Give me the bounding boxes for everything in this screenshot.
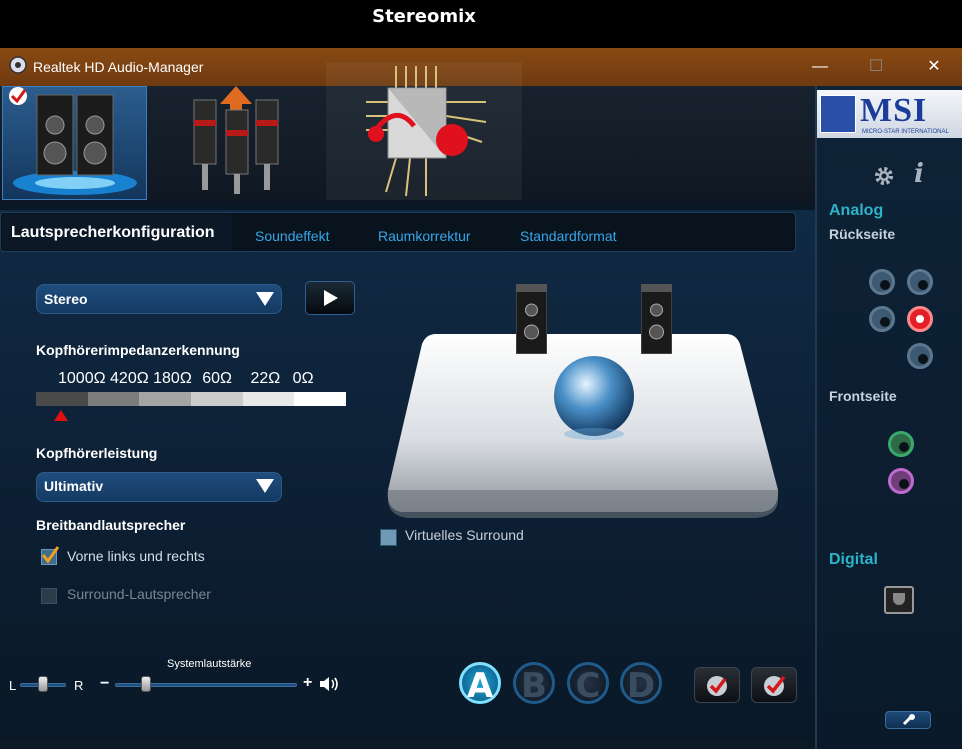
speaker-config-value: Stereo	[44, 291, 88, 307]
save-profile-button[interactable]	[694, 667, 740, 703]
impedance-value: 60Ω	[202, 370, 232, 387]
volume-minus-icon[interactable]: −	[100, 675, 109, 693]
optical-port-icon[interactable]	[884, 586, 914, 614]
impedance-value: 22Ω	[250, 370, 281, 387]
brand-name: MSI	[860, 92, 928, 129]
edit-check-icon	[764, 675, 786, 696]
minimize-button[interactable]: —	[797, 50, 843, 84]
impedance-value: 180Ω	[153, 370, 192, 387]
impedance-value: 0Ω	[292, 370, 314, 387]
balance-right-label: R	[74, 678, 84, 693]
profile-a-button[interactable]: A	[459, 662, 501, 706]
front-lr-label: Vorne links und rechts	[67, 548, 205, 564]
chevron-down-icon	[256, 292, 274, 306]
window-title: Realtek HD Audio-Manager	[33, 59, 204, 75]
bottom-edge	[0, 740, 815, 749]
balance-left-label: L	[9, 678, 17, 693]
profile-c-button[interactable]: C	[567, 662, 609, 706]
rear-jack-active[interactable]	[907, 306, 933, 332]
virtual-surround-checkbox[interactable]	[380, 529, 397, 546]
rear-heading: Rückseite	[829, 226, 896, 242]
impedance-scale: 1000Ω 420Ω 180Ω 60Ω 22Ω 0Ω	[58, 370, 314, 388]
power-heading: Kopfhörerleistung	[36, 445, 158, 461]
front-heading: Frontseite	[829, 388, 897, 404]
info-icon[interactable]: i	[914, 159, 924, 189]
caption-text: Stereomix	[372, 6, 476, 27]
virtual-surround-label: Virtuelles Surround	[405, 527, 524, 543]
analog-heading: Analog	[829, 202, 884, 219]
profile-b-button[interactable]: B	[513, 662, 555, 706]
selected-check-icon	[9, 87, 27, 105]
surround-label: Surround-Lautsprecher	[67, 586, 211, 602]
gear-icon[interactable]	[872, 164, 896, 188]
front-jack-green[interactable]	[888, 431, 914, 457]
msi-emblem-icon	[820, 95, 856, 133]
device-chip-button[interactable]	[326, 62, 522, 200]
fullrange-heading: Breitbandlautsprecher	[36, 517, 186, 533]
wrench-icon	[902, 714, 915, 726]
rear-jack-2[interactable]	[907, 269, 933, 295]
profile-d-button[interactable]: D	[620, 662, 662, 706]
right-speaker-icon[interactable]	[641, 284, 672, 354]
speaker-stage	[387, 334, 779, 518]
speaker-volume-icon[interactable]	[319, 676, 341, 692]
brand-subtitle: MICRO-STAR INTERNATIONAL	[862, 129, 949, 135]
headphone-power-value: Ultimativ	[44, 478, 104, 494]
check-icon	[707, 676, 727, 696]
impedance-heading: Kopfhörerimpedanzerkennung	[36, 342, 240, 358]
impedance-value: 1000Ω	[58, 370, 106, 387]
audio-chip-icon	[366, 66, 487, 197]
volume-plus-icon[interactable]: +	[303, 674, 312, 692]
balance-slider-thumb[interactable]	[38, 676, 48, 692]
surround-checkbox[interactable]	[41, 588, 57, 604]
impedance-marker-icon	[53, 410, 68, 421]
tab-default-format[interactable]: Standardformat	[520, 228, 617, 244]
rear-jack-1[interactable]	[869, 269, 895, 295]
edit-profile-button[interactable]	[751, 667, 797, 703]
close-button[interactable]: ✕	[911, 50, 957, 84]
speaker-app-icon	[9, 56, 27, 74]
chevron-down-icon	[256, 479, 274, 493]
impedance-value: 420Ω	[110, 370, 149, 387]
maximize-button[interactable]: ☐	[853, 50, 899, 84]
tab-sound-effects[interactable]: Soundeffekt	[255, 228, 329, 244]
advanced-settings-button[interactable]	[885, 711, 931, 729]
rear-jack-5[interactable]	[907, 343, 933, 369]
left-speaker-icon[interactable]	[516, 284, 547, 354]
impedance-bar	[36, 392, 347, 406]
front-jack-pink[interactable]	[888, 468, 914, 494]
system-volume-title: Systemlautstärke	[167, 658, 252, 670]
digital-heading: Digital	[829, 551, 878, 568]
system-volume-thumb[interactable]	[140, 676, 151, 692]
tab-speaker-config-label: Lautsprecherkonfiguration	[11, 224, 215, 241]
rca-connectors-icon	[193, 86, 279, 194]
play-icon	[324, 290, 338, 306]
front-lr-checkbox[interactable]	[41, 546, 59, 565]
checkmark-icon	[41, 546, 59, 564]
rear-jack-3[interactable]	[869, 306, 895, 332]
tab-room-correction[interactable]: Raumkorrektur	[378, 228, 471, 244]
device-connectors-button[interactable]	[150, 86, 320, 200]
